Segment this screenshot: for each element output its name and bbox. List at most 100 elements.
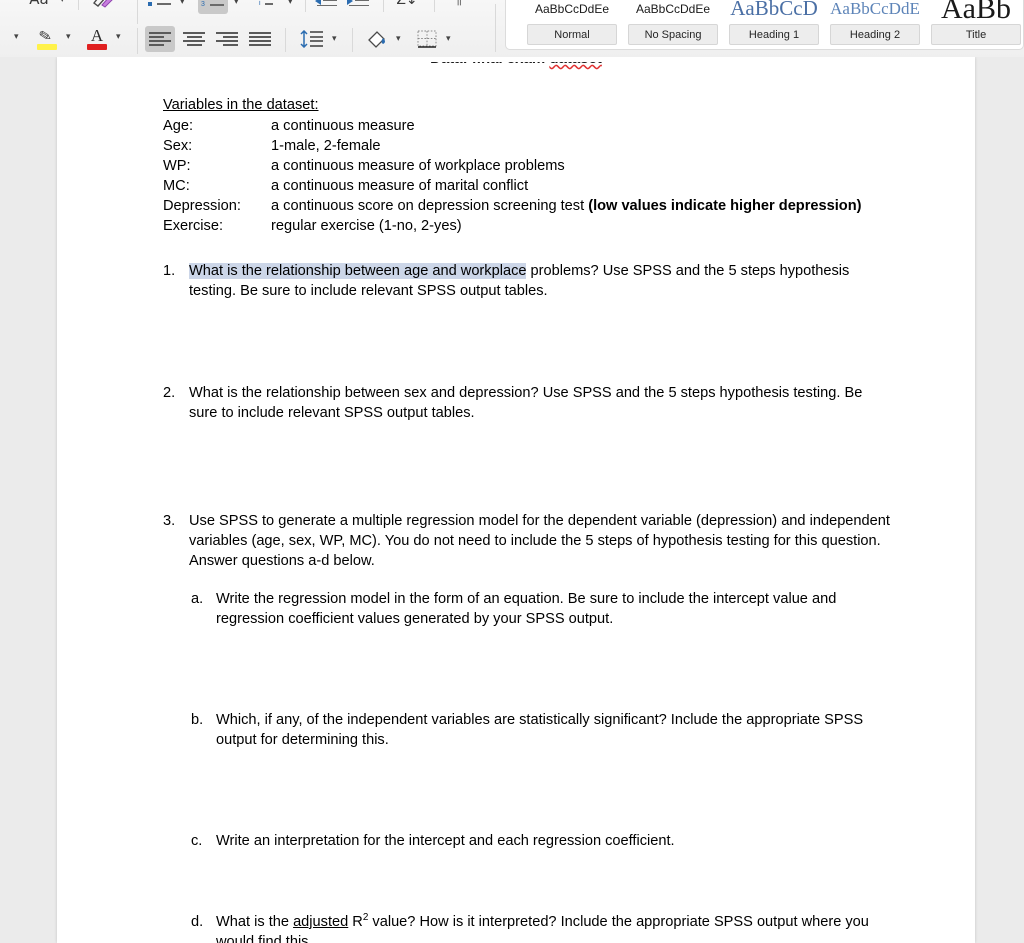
variable-row: WP: a continuous measure of workplace pr… bbox=[163, 156, 893, 176]
borders-button[interactable] bbox=[412, 26, 442, 52]
numbered-list-icon: 2 3 bbox=[201, 0, 225, 8]
align-left-button[interactable] bbox=[145, 26, 175, 52]
decrease-indent-icon bbox=[315, 0, 337, 7]
question-item: 3. Use SPSS to generate a multiple regre… bbox=[163, 511, 893, 571]
style-label: Heading 2 bbox=[830, 24, 920, 45]
divider bbox=[383, 0, 384, 12]
question-item: 1. What is the relationship between age … bbox=[163, 261, 893, 301]
highlighter-icon: ✎ bbox=[36, 26, 58, 50]
variable-name: Age: bbox=[163, 118, 194, 134]
font-color-chevron-down-icon[interactable]: ▾ bbox=[116, 33, 121, 42]
bullet-list-button[interactable] bbox=[145, 0, 175, 12]
shading-chevron-down-icon[interactable]: ▾ bbox=[396, 35, 401, 44]
question-number: 2. bbox=[163, 385, 176, 401]
question-number: 3. bbox=[163, 513, 176, 529]
numbered-list-button[interactable]: 2 3 bbox=[198, 0, 228, 14]
subquestion-item: d. What is the adjusted R2 value? How is… bbox=[191, 912, 893, 943]
font-color-button[interactable]: A bbox=[82, 24, 112, 52]
subquestion-r-symbol: R bbox=[348, 914, 363, 930]
increase-indent-icon bbox=[347, 0, 369, 7]
sort-button[interactable]: Z↓ bbox=[392, 0, 422, 12]
question-text: What is the relationship between age and… bbox=[189, 261, 893, 301]
style-no-spacing-button[interactable]: AaBbCcDdEe No Spacing bbox=[627, 0, 719, 45]
variable-name: WP: bbox=[163, 158, 191, 174]
variable-definition: a continuous measure of marital conflict bbox=[271, 178, 529, 194]
multilevel-list-icon: a i bbox=[255, 0, 279, 7]
align-center-icon bbox=[183, 31, 205, 47]
subquestion-item: a. Write the regression model in the for… bbox=[191, 589, 893, 629]
align-center-button[interactable] bbox=[179, 26, 209, 52]
change-case-button[interactable]: Aa bbox=[22, 0, 56, 12]
change-case-chevron-down-icon[interactable]: ▾ bbox=[60, 0, 65, 5]
shading-button[interactable] bbox=[362, 26, 392, 52]
style-preview: AaBb bbox=[930, 0, 1022, 24]
subquestion-letter: d. bbox=[191, 914, 204, 930]
variable-row: Sex: 1-male, 2-female bbox=[163, 136, 893, 156]
variable-name: Sex: bbox=[163, 138, 193, 154]
divider bbox=[78, 0, 79, 10]
divider bbox=[285, 28, 286, 52]
subquestion-text: Write the regression model in the form o… bbox=[216, 591, 837, 627]
document-canvas: Data: final exam dataset Variables in th… bbox=[0, 57, 1024, 943]
multilevel-list-button[interactable]: a i bbox=[252, 0, 282, 12]
selected-text[interactable]: What is the relationship between age and… bbox=[189, 263, 527, 279]
style-heading-1-button[interactable]: AaBbCcD Heading 1 bbox=[728, 0, 820, 45]
pilcrow-icon: ¶ bbox=[453, 0, 463, 8]
style-preview: AaBbCcDdE bbox=[829, 0, 921, 24]
change-case-label: Aa bbox=[29, 0, 48, 7]
show-formatting-marks-button[interactable]: ¶ bbox=[444, 0, 472, 12]
line-spacing-button[interactable] bbox=[296, 26, 328, 52]
question-text: What is the relationship between sex and… bbox=[189, 385, 863, 421]
clear-formatting-icon bbox=[93, 0, 113, 8]
style-title-button[interactable]: AaBb Title bbox=[930, 0, 1022, 45]
variable-name: Exercise: bbox=[163, 218, 224, 234]
ribbon-toolbar: Aa ▾ ▾ ✎ ▾ bbox=[0, 0, 1024, 58]
justify-button[interactable] bbox=[245, 26, 275, 52]
subquestion-letter: c. bbox=[191, 833, 203, 849]
subquestion-text: What is the adjusted R2 value? How is it… bbox=[216, 912, 893, 943]
style-preview: AaBbCcDdEe bbox=[627, 0, 719, 24]
borders-chevron-down-icon[interactable]: ▾ bbox=[446, 35, 451, 44]
borders-icon bbox=[417, 30, 437, 48]
variable-definition-text: a continuous score on depression screeni… bbox=[271, 198, 589, 214]
font-chevron-down-icon[interactable]: ▾ bbox=[14, 33, 19, 42]
variable-row: Exercise: regular exercise (1-no, 2-yes) bbox=[163, 216, 893, 236]
numbering-chevron-down-icon[interactable]: ▾ bbox=[234, 0, 239, 7]
question-text: Use SPSS to generate a multiple regressi… bbox=[189, 513, 890, 569]
style-normal-button[interactable]: AaBbCcDdEe Normal bbox=[526, 0, 618, 45]
text-highlight-button[interactable]: ✎ bbox=[32, 24, 62, 52]
question-number: 1. bbox=[163, 263, 176, 279]
subquestion-pre-text: What is the bbox=[216, 914, 294, 930]
header-clip-mask bbox=[57, 57, 975, 62]
vertical-scrollbar[interactable] bbox=[1019, 57, 1024, 943]
align-right-icon bbox=[216, 31, 238, 47]
divider bbox=[495, 4, 496, 52]
shading-icon bbox=[368, 31, 385, 48]
style-heading-2-button[interactable]: AaBbCcDdE Heading 2 bbox=[829, 0, 921, 45]
variable-row: Depression: a continuous score on depres… bbox=[163, 196, 893, 216]
styles-gallery: AaBbCcDdEe Normal AaBbCcDdEe No Spacing … bbox=[505, 0, 1024, 50]
bullets-chevron-down-icon[interactable]: ▾ bbox=[180, 0, 185, 7]
subquestion-text: Which, if any, of the independent variab… bbox=[216, 712, 864, 748]
divider bbox=[305, 0, 306, 12]
variable-definition: a continuous measure bbox=[271, 118, 415, 134]
line-spacing-icon bbox=[300, 30, 323, 48]
question-item: 2. What is the relationship between sex … bbox=[163, 383, 893, 423]
decrease-indent-button[interactable] bbox=[312, 0, 340, 12]
style-label: No Spacing bbox=[628, 24, 718, 45]
clear-formatting-button[interactable] bbox=[88, 0, 118, 12]
variable-definition: 1-male, 2-female bbox=[271, 138, 381, 154]
increase-indent-button[interactable] bbox=[344, 0, 372, 12]
line-spacing-chevron-down-icon[interactable]: ▾ bbox=[332, 35, 337, 44]
multilevel-chevron-down-icon[interactable]: ▾ bbox=[288, 0, 293, 7]
align-left-icon bbox=[149, 31, 171, 47]
highlight-chevron-down-icon[interactable]: ▾ bbox=[66, 33, 71, 42]
font-color-icon: A bbox=[86, 26, 108, 50]
document-page[interactable]: Data: final exam dataset Variables in th… bbox=[57, 57, 975, 943]
variables-heading: Variables in the dataset: bbox=[163, 97, 319, 113]
variable-definition-note: (low values indicate higher depression) bbox=[588, 198, 862, 214]
subquestion-item: c. Write an interpretation for the inter… bbox=[191, 831, 893, 851]
subquestion-letter: a. bbox=[191, 591, 204, 607]
variable-name: MC: bbox=[163, 178, 190, 194]
align-right-button[interactable] bbox=[212, 26, 242, 52]
